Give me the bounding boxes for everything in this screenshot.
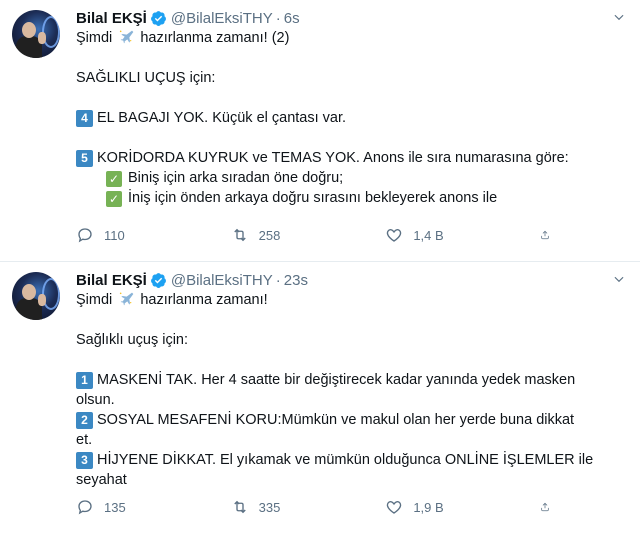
reply-icon	[78, 228, 92, 243]
share-button[interactable]	[540, 498, 560, 516]
airplane-emoji-icon	[120, 30, 134, 44]
tweet-actions: 110 258 1,4 B	[76, 226, 560, 244]
retweet-count: 258	[258, 227, 281, 243]
author-name[interactable]: Bilal EKŞİ	[76, 272, 147, 289]
like-count: 1,9 B	[413, 499, 444, 515]
heart-icon	[387, 501, 402, 514]
tweet-text-line: 1 MASKENİ TAK. Her 4 saatte bir değiştire…	[76, 370, 626, 390]
tweet-header: Bilal EKŞİ @BilalEksiTHY · 23s	[76, 270, 626, 290]
separator: ·	[275, 9, 281, 27]
reply-button[interactable]: 110	[76, 226, 186, 244]
author-handle[interactable]: @BilalEksiTHY	[171, 272, 273, 289]
verified-icon	[150, 272, 166, 288]
retweet-button[interactable]: 335	[231, 498, 341, 516]
tweet-text-line: ✓ Biniş için arka sıradan öne doğru;	[76, 168, 626, 188]
checkmark-icon: ✓	[106, 191, 122, 207]
share-icon	[541, 230, 549, 240]
tweet-text-line: 3 HİJYENE DİKKAT. El yıkamak ve mümkün ol…	[76, 450, 626, 470]
retweet-button[interactable]: 258	[231, 226, 341, 244]
like-count: 1,4 B	[413, 227, 444, 243]
tweet-text-line: Sağlıklı uçuş için:	[76, 332, 189, 348]
tweet-actions: 135 335 1,9 B	[76, 498, 560, 516]
tweet-text-line: 2 SOSYAL MESAFENİ KORU:Mümkün ve makul ol…	[76, 410, 626, 430]
tweet-text-line: 4 EL BAGAJI YOK. Küçük el çantası var.	[76, 108, 626, 128]
retweet-icon	[233, 228, 246, 242]
chevron-down-icon[interactable]	[612, 10, 626, 24]
keycap-1-icon: 1	[76, 372, 93, 389]
reply-icon	[78, 500, 92, 515]
tweet-text-line: Şimdi hazırlanma zamanı! (2)	[76, 30, 290, 46]
reply-count: 135	[104, 499, 126, 515]
keycap-3-icon: 3	[76, 452, 93, 469]
tweet-header: Bilal EKŞİ @BilalEksiTHY · 6s	[76, 8, 626, 28]
tweet-time[interactable]: 6s	[284, 10, 300, 27]
tweet-text-line: et.	[76, 432, 93, 448]
separator: ·	[275, 271, 281, 289]
checkmark-icon: ✓	[106, 171, 122, 187]
tweet-text-line: olsun.	[76, 392, 115, 408]
keycap-4-icon: 4	[76, 110, 93, 127]
like-button[interactable]: 1,9 B	[385, 498, 495, 516]
airplane-emoji-icon	[120, 292, 134, 306]
chevron-down-icon[interactable]	[612, 272, 626, 286]
tweet-text-line: Şimdi hazırlanma zamanı!	[76, 292, 268, 308]
author-handle[interactable]: @BilalEksiTHY	[171, 10, 273, 27]
reply-button[interactable]: 135	[76, 498, 186, 516]
tweet-text-line: SAĞLIKLI UÇUŞ için:	[76, 70, 216, 86]
author-name[interactable]: Bilal EKŞİ	[76, 10, 147, 27]
tweet-text-line: seyahat	[76, 472, 127, 488]
tweet[interactable]: Bilal EKŞİ @BilalEksiTHY · 6s Şimdi hazı…	[0, 0, 640, 262]
reply-count: 110	[104, 227, 125, 243]
like-button[interactable]: 1,4 B	[385, 226, 495, 244]
retweet-count: 335	[258, 499, 281, 515]
tweet-time[interactable]: 23s	[284, 272, 308, 289]
keycap-2-icon: 2	[76, 412, 93, 429]
tweet-text-line: 5 KORİDORDA KUYRUK ve TEMAS YOK. Anons il…	[76, 148, 626, 168]
verified-icon	[150, 10, 166, 26]
share-button[interactable]	[540, 226, 560, 244]
retweet-icon	[233, 500, 246, 514]
share-icon	[541, 502, 549, 512]
keycap-5-icon: 5	[76, 150, 93, 167]
avatar[interactable]	[12, 10, 60, 58]
avatar[interactable]	[12, 272, 60, 320]
tweet[interactable]: Bilal EKŞİ @BilalEksiTHY · 23s Şimdi haz…	[0, 262, 640, 537]
heart-icon	[387, 229, 402, 242]
tweet-text-line: ✓ İniş için önden arkaya doğru sırasını b…	[76, 188, 626, 208]
